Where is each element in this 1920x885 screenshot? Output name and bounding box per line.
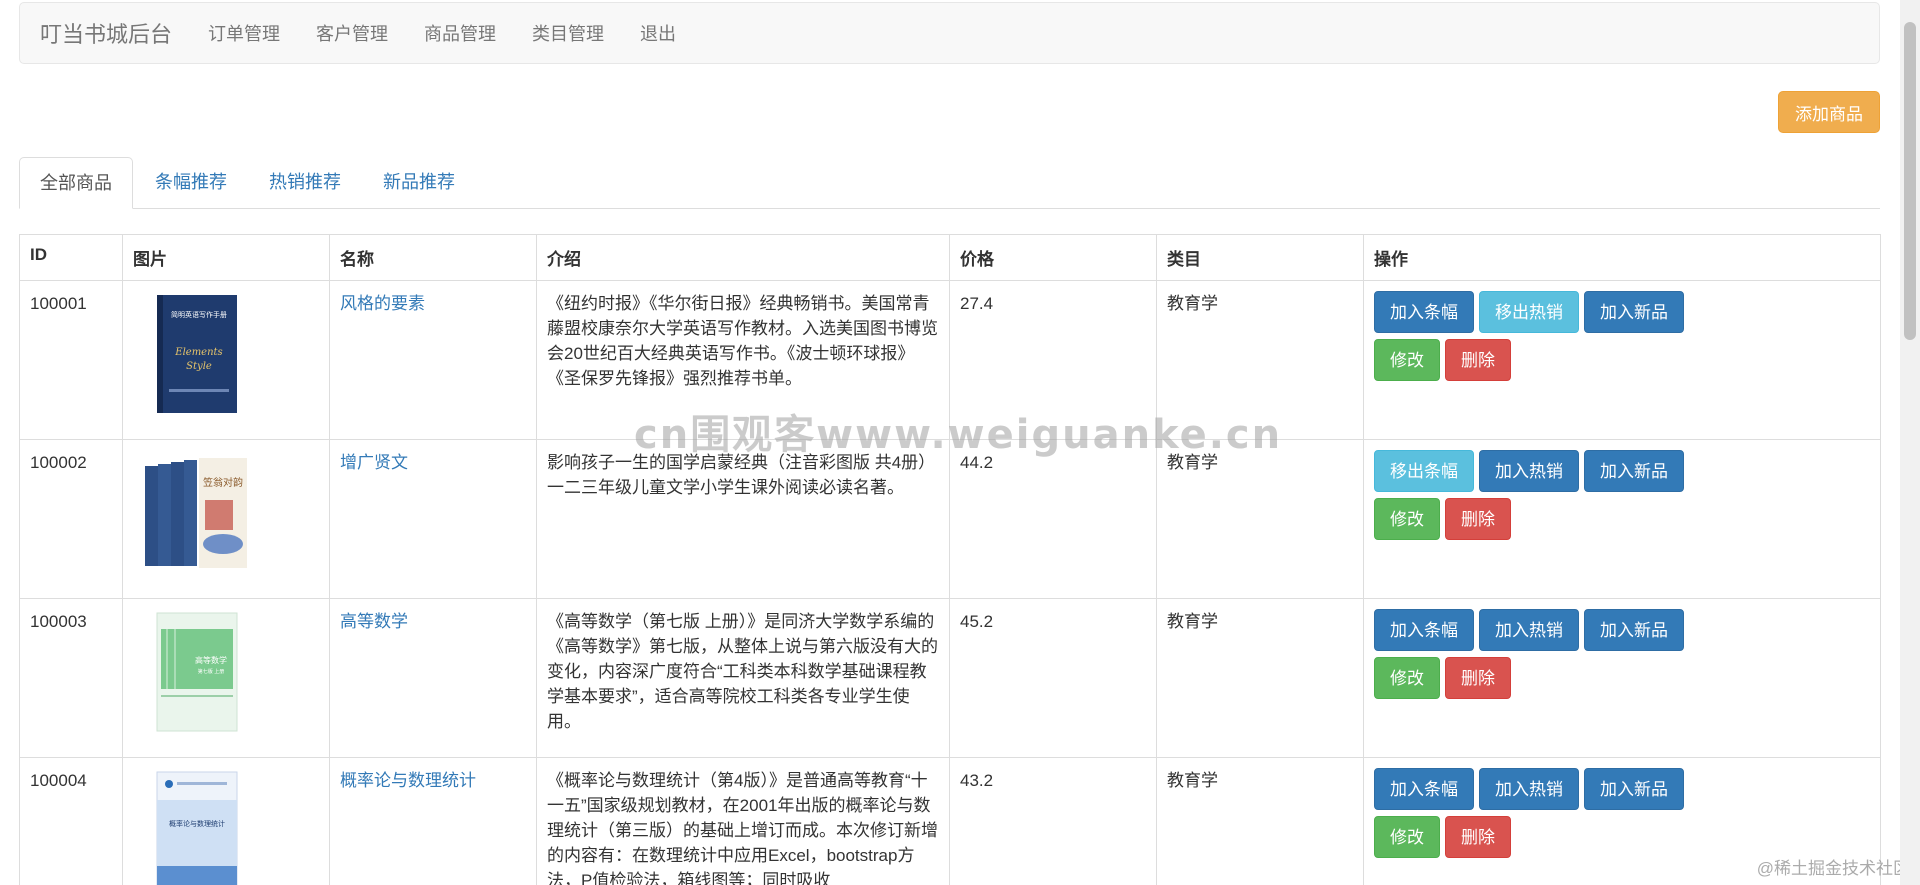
header-intro: 介绍 [536,234,950,281]
cell-name: 高等数学 [329,598,537,758]
edit-button[interactable]: 修改 [1374,657,1440,699]
cell-intro: 《概率论与数理统计（第4版）》是普通高等教育“十一五”国家级规划教材，在2001… [536,757,950,885]
cell-price: 44.2 [949,439,1157,599]
table-row: 100003 高等数学 第七版 上册 高等数学 《高等数学（第七版 上册）》是同… [19,598,1881,758]
svg-text:笠翁对韵: 笠翁对韵 [203,476,243,489]
book-cover-image[interactable]: 笠翁对韵 [143,452,249,574]
cell-category: 教育学 [1156,598,1364,758]
page: 叮当书城后台 订单管理 客户管理 商品管理 类目管理 退出 添加商品 全部商品 … [0,0,1920,885]
svg-text:概率论与数理统计: 概率论与数理统计 [169,819,225,828]
product-table: ID 图片 名称 介绍 价格 类目 操作 100001 简明英语写作手册 Ele… [19,234,1881,885]
scrollbar-thumb[interactable] [1904,22,1916,340]
svg-text:高等数学: 高等数学 [195,655,227,665]
header-name: 名称 [329,234,537,281]
table-header-row: ID 图片 名称 介绍 价格 类目 操作 [19,234,1881,281]
add-hot-button[interactable]: 加入热销 [1479,450,1579,492]
remove-banner-button[interactable]: 移出条幅 [1374,450,1474,492]
svg-text:第七版 上册: 第七版 上册 [198,668,225,675]
add-new-button[interactable]: 加入新品 [1584,768,1684,810]
tab-banner-recommend[interactable]: 条幅推荐 [135,157,247,208]
product-name-link[interactable]: 高等数学 [340,612,408,631]
add-banner-button[interactable]: 加入条幅 [1374,768,1474,810]
add-new-button[interactable]: 加入新品 [1584,291,1684,333]
cell-name: 增广贤文 [329,439,537,599]
add-hot-button[interactable]: 加入热销 [1479,768,1579,810]
edit-button[interactable]: 修改 [1374,339,1440,381]
book-cover-image[interactable]: 简明英语写作手册 Elements Style [153,293,239,415]
add-banner-button[interactable]: 加入条幅 [1374,609,1474,651]
corner-watermark: @稀土掘金技术社区 [1756,859,1910,878]
svg-text:Style: Style [186,361,212,372]
cell-id: 100003 [19,598,123,758]
cell-actions: 加入条幅 移出热销 加入新品 修改 删除 [1363,280,1881,440]
add-product-button[interactable]: 添加商品 [1778,91,1880,133]
cell-actions: 移出条幅 加入热销 加入新品 修改 删除 [1363,439,1881,599]
add-hot-button[interactable]: 加入热销 [1479,609,1579,651]
tab-hot-recommend[interactable]: 热销推荐 [249,157,361,208]
tab-all-products[interactable]: 全部商品 [19,157,133,209]
delete-button[interactable]: 删除 [1445,339,1511,381]
cell-actions: 加入条幅 加入热销 加入新品 修改 删除 [1363,598,1881,758]
add-banner-button[interactable]: 加入条幅 [1374,291,1474,333]
site-watermark: cn围观客www.weiguanke.cn [634,412,1283,458]
cell-category: 教育学 [1156,757,1364,885]
cell-image: 高等数学 第七版 上册 [122,598,330,758]
cell-price: 45.2 [949,598,1157,758]
product-name-link[interactable]: 风格的要素 [340,294,425,313]
book-cover-image[interactable]: 概率论与数理统计 [153,770,239,885]
product-name-link[interactable]: 概率论与数理统计 [340,771,476,790]
header-price: 价格 [949,234,1157,281]
delete-button[interactable]: 删除 [1445,657,1511,699]
book-cover-image[interactable]: 高等数学 第七版 上册 [153,611,239,733]
table-row: 100002 笠翁对韵 增广贤文 影响孩子一生的国学启蒙经典（注音彩图版 共4册… [19,439,1881,599]
nav-products[interactable]: 商品管理 [406,20,514,46]
delete-button[interactable]: 删除 [1445,816,1511,858]
cell-name: 风格的要素 [329,280,537,440]
cell-category: 教育学 [1156,439,1364,599]
cell-name: 概率论与数理统计 [329,757,537,885]
vertical-scrollbar[interactable] [1900,0,1920,885]
product-tabs: 全部商品 条幅推荐 热销推荐 新品推荐 [19,157,1880,209]
cell-image: 概率论与数理统计 [122,757,330,885]
add-new-button[interactable]: 加入新品 [1584,609,1684,651]
delete-button[interactable]: 删除 [1445,498,1511,540]
cell-id: 100001 [19,280,123,440]
edit-button[interactable]: 修改 [1374,816,1440,858]
nav-categories[interactable]: 类目管理 [514,20,622,46]
cell-intro: 影响孩子一生的国学启蒙经典（注音彩图版 共4册）一二三年级儿童文学小学生课外阅读… [536,439,950,599]
brand-title[interactable]: 叮当书城后台 [20,17,190,49]
cell-image: 笠翁对韵 [122,439,330,599]
product-name-link[interactable]: 增广贤文 [340,453,408,472]
cell-id: 100004 [19,757,123,885]
header-category: 类目 [1156,234,1364,281]
cell-price: 43.2 [949,757,1157,885]
remove-hot-button[interactable]: 移出热销 [1479,291,1579,333]
tab-new-recommend[interactable]: 新品推荐 [363,157,475,208]
top-navbar: 叮当书城后台 订单管理 客户管理 商品管理 类目管理 退出 [19,2,1880,64]
nav-logout[interactable]: 退出 [622,20,694,46]
cell-intro: 《高等数学（第七版 上册）》是同济大学数学系编的《高等数学》第七版，从整体上说与… [536,598,950,758]
header-image: 图片 [122,234,330,281]
header-actions: 操作 [1363,234,1881,281]
product-table-wrap: ID 图片 名称 介绍 价格 类目 操作 100001 简明英语写作手册 Ele… [19,234,1881,885]
svg-text:简明英语写作手册: 简明英语写作手册 [171,310,227,319]
table-row: 100004 概率论与数理统计 概率论与数理统计 《概率论与数理统计（第4版）》… [19,757,1881,885]
cell-image: 简明英语写作手册 Elements Style [122,280,330,440]
edit-button[interactable]: 修改 [1374,498,1440,540]
nav-customers[interactable]: 客户管理 [298,20,406,46]
header-id: ID [19,234,123,281]
nav-orders[interactable]: 订单管理 [190,20,298,46]
svg-text:Elements: Elements [174,347,222,358]
add-new-button[interactable]: 加入新品 [1584,450,1684,492]
cell-id: 100002 [19,439,123,599]
